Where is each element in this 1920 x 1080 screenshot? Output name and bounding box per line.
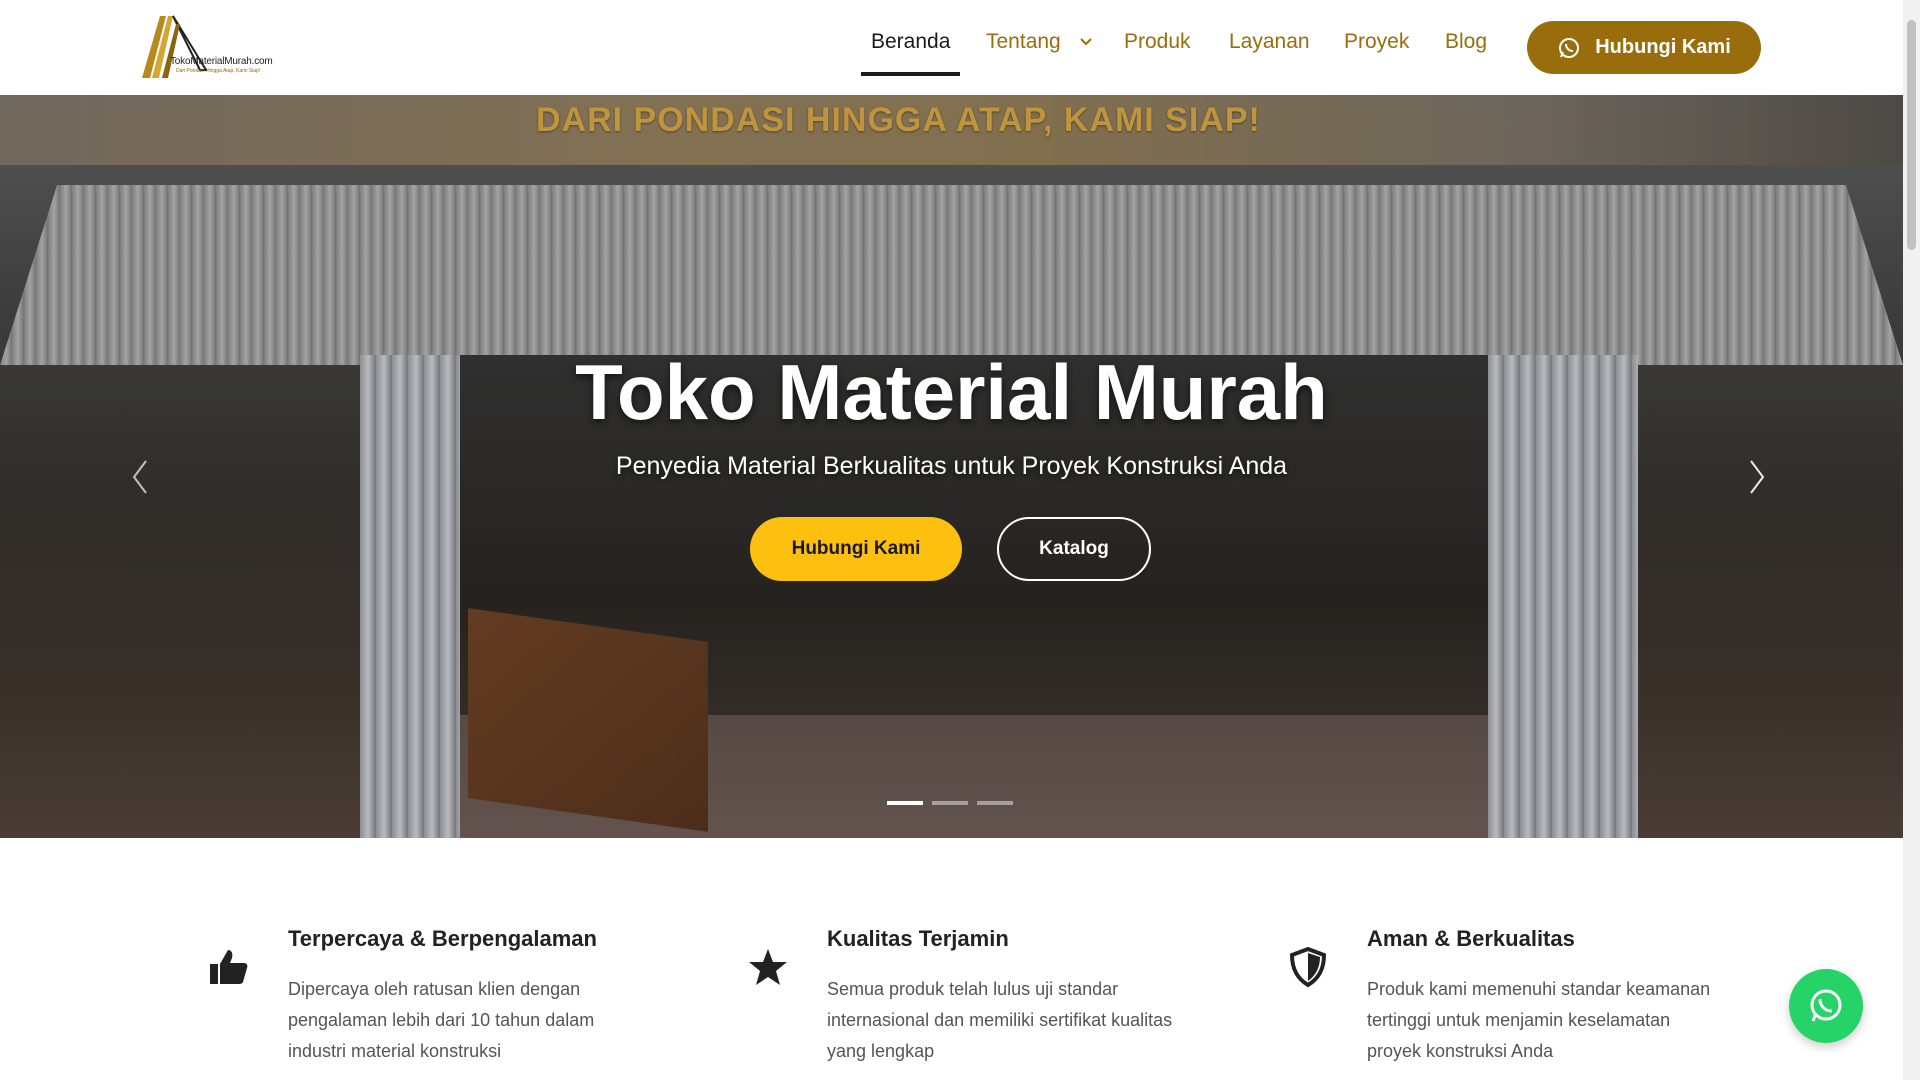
whatsapp-float-button[interactable] (1789, 969, 1863, 1043)
nav-layanan[interactable]: Layanan (1229, 30, 1310, 70)
site-logo[interactable]: TokoMaterialMurah.com Dari Pondasi Hingg… (140, 14, 273, 80)
feature-text: Produk kami memenuhi standar keamanan te… (1367, 979, 1711, 1061)
carousel-indicator-2[interactable] (932, 801, 968, 805)
nav-beranda-label: Beranda (871, 30, 951, 53)
contact-button-label: Hubungi Kami (1595, 36, 1731, 58)
page-scrollbar[interactable] (1903, 0, 1920, 1080)
nav-active-indicator (861, 72, 961, 76)
chevron-down-icon (1079, 38, 1092, 46)
nav-tentang-label: Tentang (986, 30, 1061, 53)
chevron-right-icon (1750, 460, 1765, 494)
feature-title: Terpercaya & Berpengalaman (288, 926, 597, 951)
feature-text: Semua produk telah lulus uji standar int… (827, 979, 1173, 1061)
hero-catalog-button[interactable]: Katalog (997, 517, 1151, 581)
nav-proyek[interactable]: Proyek (1344, 30, 1409, 70)
features-section: Terpercaya & Berpengalaman Dipercaya ole… (0, 838, 1903, 1080)
nav-blog[interactable]: Blog (1445, 30, 1487, 70)
carousel-indicator-3[interactable] (977, 801, 1013, 805)
thumbs-up-icon (210, 950, 248, 984)
hero-carousel: DARI PONDASI HINGGA ATAP, KAMI SIAP! Tok… (0, 95, 1903, 838)
hero-title: Toko Material Murah (575, 348, 1328, 436)
star-icon (749, 949, 787, 985)
carousel-prev-button[interactable] (120, 447, 160, 507)
shield-icon (1289, 946, 1327, 988)
chevron-left-icon (132, 460, 147, 494)
nav-blog-label: Blog (1445, 30, 1488, 53)
nav-layanan-label: Layanan (1229, 30, 1310, 53)
nav-proyek-label: Proyek (1344, 30, 1410, 53)
carousel-next-button[interactable] (1737, 447, 1777, 507)
feature-text: Dipercaya oleh ratusan klien dengan peng… (288, 979, 595, 1061)
carousel-indicators (887, 801, 1013, 805)
hero-contact-button[interactable]: Hubungi Kami (750, 517, 962, 581)
whatsapp-icon (1810, 989, 1842, 1022)
scrollbar-thumb[interactable] (1907, 20, 1916, 250)
logo-text: TokoMaterialMurah.com (170, 56, 273, 67)
hero-subtitle: Penyedia Material Berkualitas untuk Proy… (615, 452, 1288, 480)
carousel-indicator-1[interactable] (887, 801, 923, 805)
nav-produk-label: Produk (1124, 30, 1191, 53)
nav-produk[interactable]: Produk (1124, 30, 1191, 70)
whatsapp-icon (1559, 37, 1580, 58)
feature-title: Kualitas Terjamin (827, 926, 1009, 951)
logo-tagline: Dari Pondasi Hingga Atap, Kami Siap! (176, 68, 261, 74)
navbar: TokoMaterialMurah.com Dari Pondasi Hingg… (0, 0, 1903, 95)
nav-beranda[interactable]: Beranda (861, 30, 961, 76)
contact-button[interactable]: Hubungi Kami (1527, 21, 1761, 74)
feature-title: Aman & Berkualitas (1367, 926, 1575, 951)
nav-tentang[interactable]: Tentang (986, 30, 1093, 70)
